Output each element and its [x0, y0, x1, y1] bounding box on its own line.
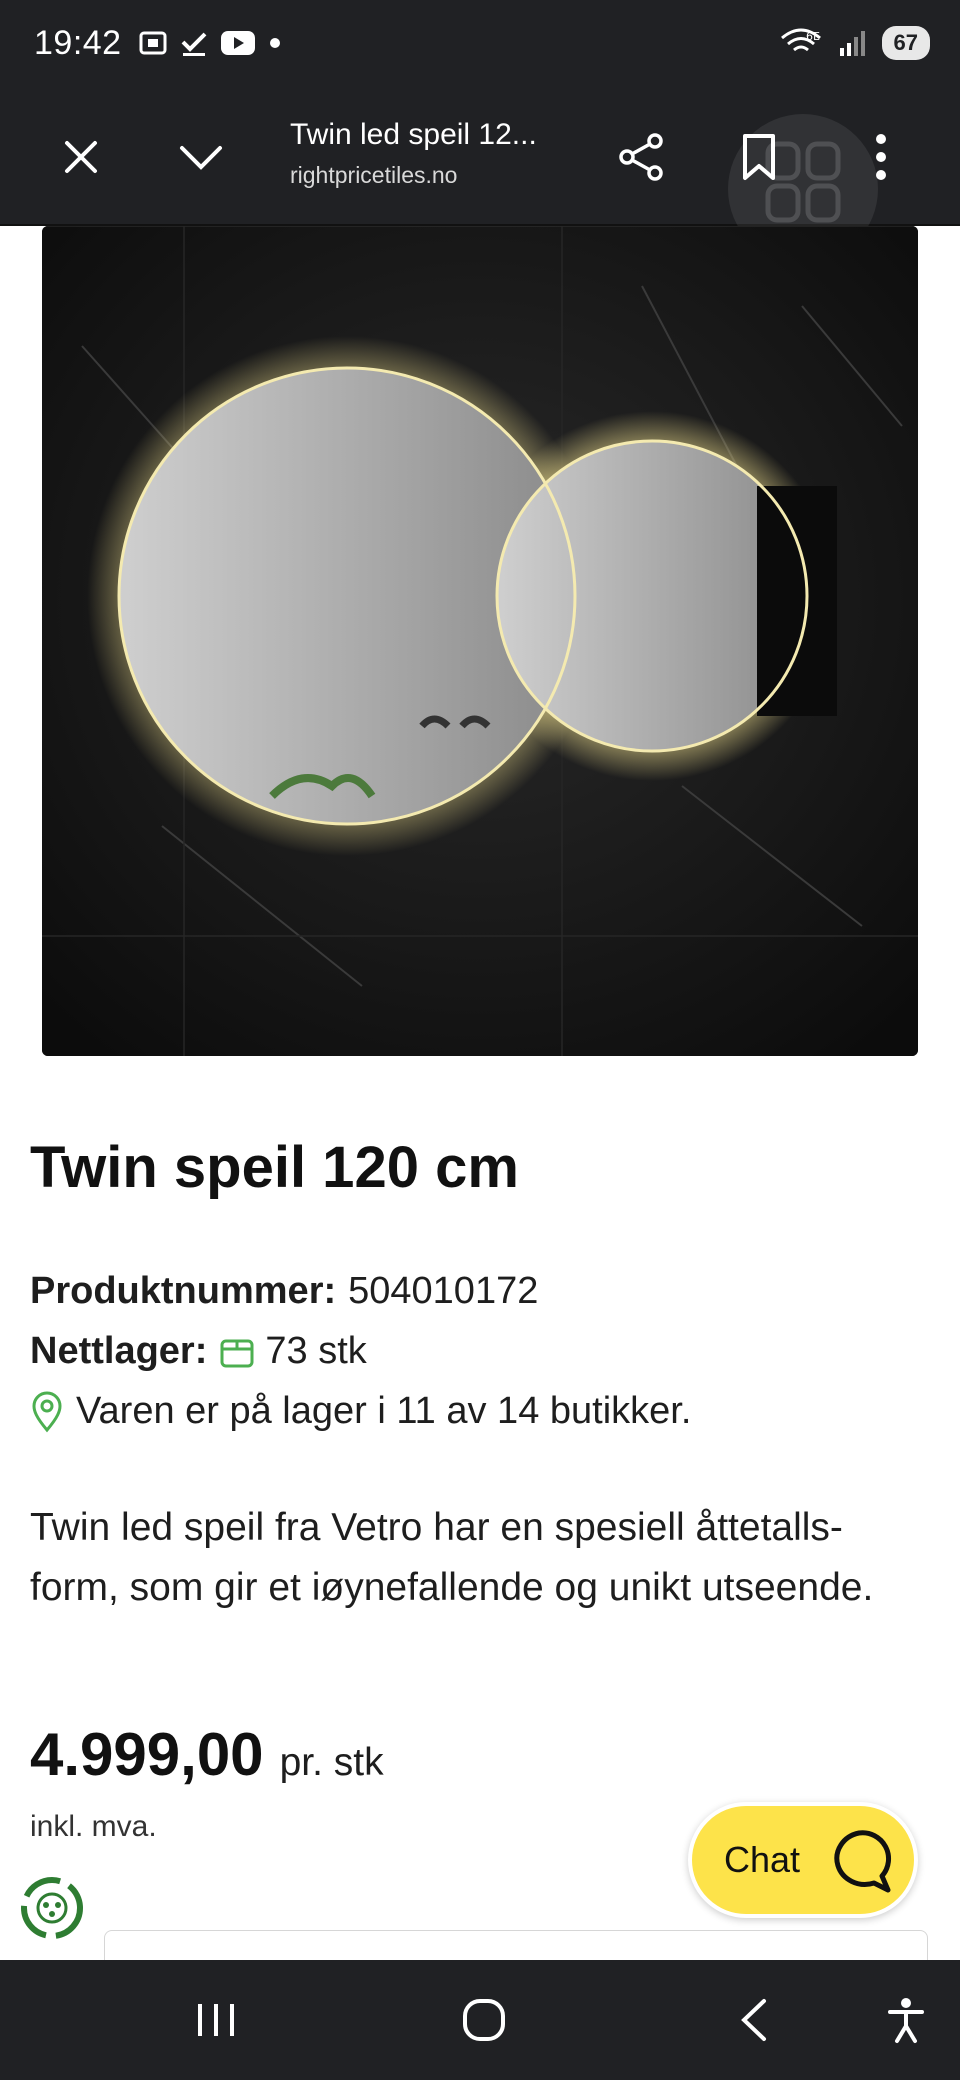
chevron-down-icon — [180, 146, 222, 170]
accessibility-button[interactable] — [866, 1990, 946, 2050]
battery-indicator: 67 — [881, 26, 930, 60]
location-pin-icon — [32, 1391, 62, 1432]
back-icon — [741, 1999, 766, 2041]
product-image[interactable] — [42, 226, 918, 1056]
check-icon — [181, 32, 207, 56]
status-time: 19:42 — [34, 24, 122, 62]
recycle-icon — [21, 1877, 83, 1939]
stock-line: Nettlager: 73 stk — [30, 1330, 367, 1373]
price-row: 4.999,00 pr. stk — [30, 1720, 384, 1789]
close-icon — [65, 141, 97, 173]
url-block[interactable]: Twin led speil 12... rightpricetiles.no — [290, 118, 590, 189]
more-options-button[interactable] — [846, 122, 916, 192]
price-unit: pr. stk — [279, 1741, 384, 1784]
product-description: Twin led speil fra Vetro har en spesiell… — [30, 1506, 874, 1609]
minimize-button[interactable] — [166, 122, 236, 192]
share-icon — [619, 133, 663, 181]
twin-mirror-illustration — [42, 226, 918, 1056]
product-title: Twin speil 120 cm — [30, 1135, 519, 1200]
recents-icon — [198, 2004, 234, 2036]
package-icon — [220, 1339, 254, 1367]
bookmark-icon — [743, 134, 775, 180]
bookmark-button[interactable] — [724, 122, 794, 192]
browser-toolbar: Twin led speil 12... rightpricetiles.no — [0, 92, 960, 264]
system-nav-bar — [0, 1960, 960, 2080]
screenshot-icon — [139, 31, 167, 55]
product-number-line: Produktnummer: 504010172 — [30, 1270, 538, 1313]
youtube-icon — [221, 31, 255, 55]
accessibility-icon — [888, 1998, 924, 2043]
chat-label: Chat — [724, 1839, 801, 1880]
status-bar: 19:42 6E 67 — [0, 0, 960, 92]
close-tab-button[interactable] — [46, 122, 116, 192]
product-number-value: 504010172 — [348, 1270, 539, 1312]
share-button[interactable] — [606, 122, 676, 192]
home-button[interactable] — [444, 1990, 524, 2050]
product-number-label: Produktnummer: — [30, 1270, 337, 1312]
store-availability-line[interactable]: Varen er på lager i 11 av 14 butikker. — [30, 1390, 691, 1433]
wifi-icon: 6E — [780, 28, 821, 52]
back-button[interactable] — [714, 1990, 794, 2050]
chat-button[interactable]: Chat — [688, 1802, 918, 1918]
page-domain: rightpricetiles.no — [290, 162, 458, 188]
price: 4.999,00 — [30, 1721, 264, 1788]
store-availability-text: Varen er på lager i 11 av 14 butikker. — [76, 1390, 692, 1432]
dot-icon — [270, 38, 280, 48]
signal-icon — [839, 31, 865, 56]
home-icon — [463, 1999, 505, 2041]
recents-button[interactable] — [176, 1990, 256, 2050]
notification-icons — [138, 28, 282, 58]
stock-label: Nettlager: — [30, 1330, 208, 1372]
recycle-badge[interactable] — [14, 1870, 90, 1946]
stock-value: 73 stk — [265, 1330, 367, 1372]
page-title: Twin led speil 12... — [290, 118, 537, 151]
network-type: 6E — [806, 30, 820, 43]
vat-note: inkl. mva. — [30, 1810, 157, 1843]
more-vert-icon — [876, 134, 886, 180]
system-icons: 6E 67 — [778, 26, 930, 60]
chat-bubble-icon — [834, 1830, 891, 1893]
